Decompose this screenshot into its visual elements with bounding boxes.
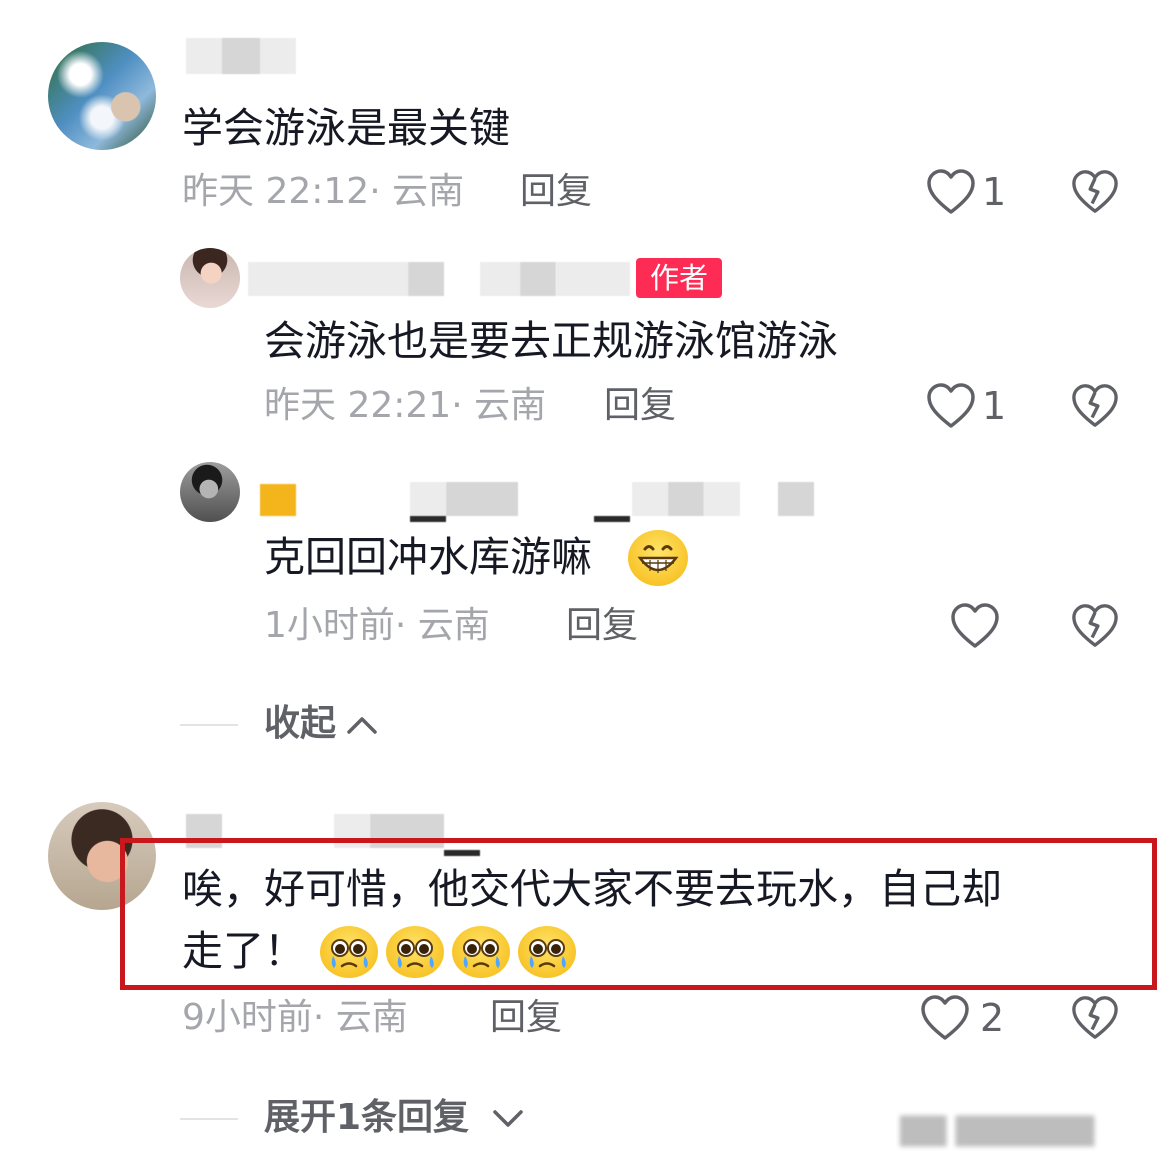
grinning-emoji xyxy=(628,530,688,586)
expand-replies-button[interactable]: 展开1条回复 xyxy=(264,1096,469,1140)
username-blurred-part xyxy=(704,482,740,516)
username-blurred[interactable] xyxy=(248,262,408,296)
divider-line xyxy=(180,724,238,726)
username-blurred[interactable] xyxy=(186,814,222,848)
heart-outline-icon xyxy=(920,994,970,1042)
username-blurred-part xyxy=(222,38,260,74)
broken-heart-icon[interactable] xyxy=(1071,994,1119,1042)
comment-time: 昨天 22:12· 云南 xyxy=(182,170,464,214)
comment-text-line-1: 唉，好可惜，他交代大家不要去玩水，自己却 xyxy=(182,865,1002,913)
like-button[interactable]: 1 xyxy=(926,380,1006,432)
commenter-avatar[interactable] xyxy=(48,42,156,150)
username-blurred-part xyxy=(778,482,814,516)
divider-line xyxy=(180,1118,238,1120)
pleading-face-emoji xyxy=(320,926,378,978)
heart-outline-icon xyxy=(926,382,976,430)
time-text: 昨天 22:21 xyxy=(264,385,452,426)
reply-text: 会游泳也是要去正规游泳馆游泳 xyxy=(264,317,838,365)
time-text: 1小时前 xyxy=(264,605,395,646)
heart-outline-icon xyxy=(926,168,976,216)
reply-text: 克回回冲水库游嘛 xyxy=(264,533,592,581)
collapse-replies-button[interactable]: 收起 xyxy=(264,702,336,746)
commenter-avatar[interactable] xyxy=(48,802,156,910)
like-count: 1 xyxy=(982,170,1007,214)
reply-time: 1小时前· 云南 xyxy=(264,604,490,648)
like-button[interactable]: 2 xyxy=(920,992,1004,1044)
like-count: 1 xyxy=(982,384,1007,428)
location-text: · 云南 xyxy=(394,605,490,646)
username-blurred-part xyxy=(260,484,296,516)
pleading-face-emoji xyxy=(452,926,510,978)
username-blurred-part xyxy=(410,516,446,522)
username-blurred-part xyxy=(408,262,444,296)
reply-button[interactable]: 回复 xyxy=(604,384,676,428)
username-blurred-part xyxy=(632,482,668,516)
username-blurred-part xyxy=(334,814,370,848)
broken-heart-icon[interactable] xyxy=(1071,382,1119,430)
time-text: 昨天 22:12 xyxy=(182,171,370,212)
reply-time: 昨天 22:21· 云南 xyxy=(264,384,546,428)
pleading-face-emoji xyxy=(518,926,576,978)
comment-text-line-2: 走了！ xyxy=(182,927,305,975)
username-blurred-part xyxy=(480,262,520,296)
username-blurred[interactable] xyxy=(410,482,446,516)
author-avatar[interactable] xyxy=(180,248,240,308)
location-text: · 云南 xyxy=(451,385,547,426)
username-blurred-part xyxy=(370,814,444,848)
time-text: 9小时前 xyxy=(182,997,313,1038)
blurred-watermark: ▇▇ ▇▇▇▇▇▇ xyxy=(900,1112,1095,1147)
chevron-down-icon xyxy=(490,1106,526,1136)
reply-button[interactable]: 回复 xyxy=(566,604,638,648)
username-blurred-part xyxy=(444,850,480,856)
username-blurred-part xyxy=(520,262,556,296)
username-blurred-part xyxy=(556,262,630,296)
reply-button[interactable]: 回复 xyxy=(520,170,592,214)
location-text: · 云南 xyxy=(312,997,408,1038)
username-blurred-part xyxy=(446,482,518,516)
broken-heart-icon[interactable] xyxy=(1071,168,1119,216)
like-button[interactable]: 1 xyxy=(926,166,1006,218)
username-blurred-part xyxy=(594,516,630,522)
author-badge: 作者 xyxy=(636,258,722,298)
replier-avatar[interactable] xyxy=(180,462,240,522)
pleading-face-emoji xyxy=(386,926,444,978)
heart-outline-icon xyxy=(950,602,1000,650)
comment-time: 9小时前· 云南 xyxy=(182,996,408,1040)
like-count: 2 xyxy=(980,996,1005,1040)
chevron-up-icon xyxy=(344,712,380,742)
comment-text: 学会游泳是最关键 xyxy=(182,104,510,152)
like-button[interactable] xyxy=(950,600,1000,652)
username-blurred-part xyxy=(668,482,704,516)
reply-button[interactable]: 回复 xyxy=(490,996,562,1040)
broken-heart-icon[interactable] xyxy=(1071,602,1119,650)
location-text: · 云南 xyxy=(369,171,465,212)
